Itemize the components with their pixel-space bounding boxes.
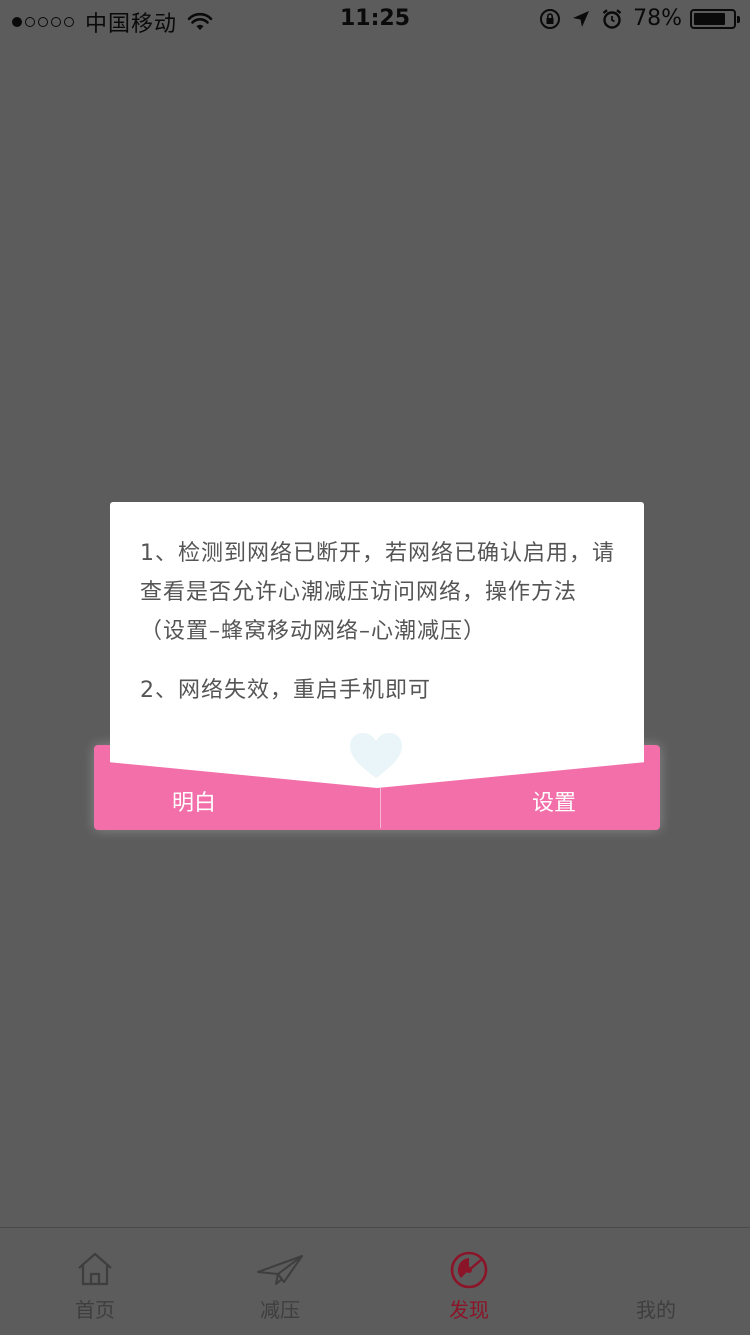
dialog-paragraph-1: 1、检测到网络已断开，若网络已确认启用，请查看是否允许心潮减压访问网络，操作方法… bbox=[140, 541, 615, 644]
battery-icon bbox=[690, 8, 740, 29]
button-divider bbox=[380, 788, 381, 828]
home-icon bbox=[78, 1252, 112, 1286]
tab-mine[interactable]: 我的 bbox=[596, 1228, 716, 1335]
dialog-message: 1、检测到网络已断开，若网络已确认启用，请查看是否允许心潮减压访问网络，操作方法… bbox=[140, 534, 620, 710]
settings-button[interactable]: 设置 bbox=[494, 788, 614, 828]
discover-icon bbox=[450, 1251, 488, 1289]
battery-percent: 78% bbox=[633, 6, 682, 31]
dialog-paragraph-2: 2、网络失效，重启手机即可 bbox=[140, 678, 431, 703]
tab-bar: 首页 减压 发现 我的 bbox=[0, 1227, 750, 1335]
alarm-icon bbox=[602, 8, 622, 29]
status-bar: 中国移动 11:25 78% bbox=[0, 0, 750, 40]
location-arrow-icon bbox=[573, 10, 590, 27]
ok-button[interactable]: 明白 bbox=[134, 788, 254, 828]
tab-relax-label: 减压 bbox=[260, 1298, 300, 1322]
tab-discover-label: 发现 bbox=[449, 1298, 489, 1322]
tab-mine-label: 我的 bbox=[636, 1298, 676, 1322]
paper-plane-icon bbox=[257, 1255, 303, 1285]
tab-discover[interactable]: 发现 bbox=[409, 1228, 529, 1335]
tab-relax[interactable]: 减压 bbox=[220, 1228, 340, 1335]
status-right: 78% bbox=[529, 6, 740, 31]
heart-icon bbox=[350, 733, 402, 778]
tab-home[interactable]: 首页 bbox=[35, 1228, 155, 1335]
rotation-lock-icon bbox=[540, 8, 561, 29]
network-alert-dialog: 1、检测到网络已断开，若网络已确认启用，请查看是否允许心潮减压访问网络，操作方法… bbox=[94, 500, 660, 832]
tab-home-label: 首页 bbox=[75, 1298, 115, 1322]
